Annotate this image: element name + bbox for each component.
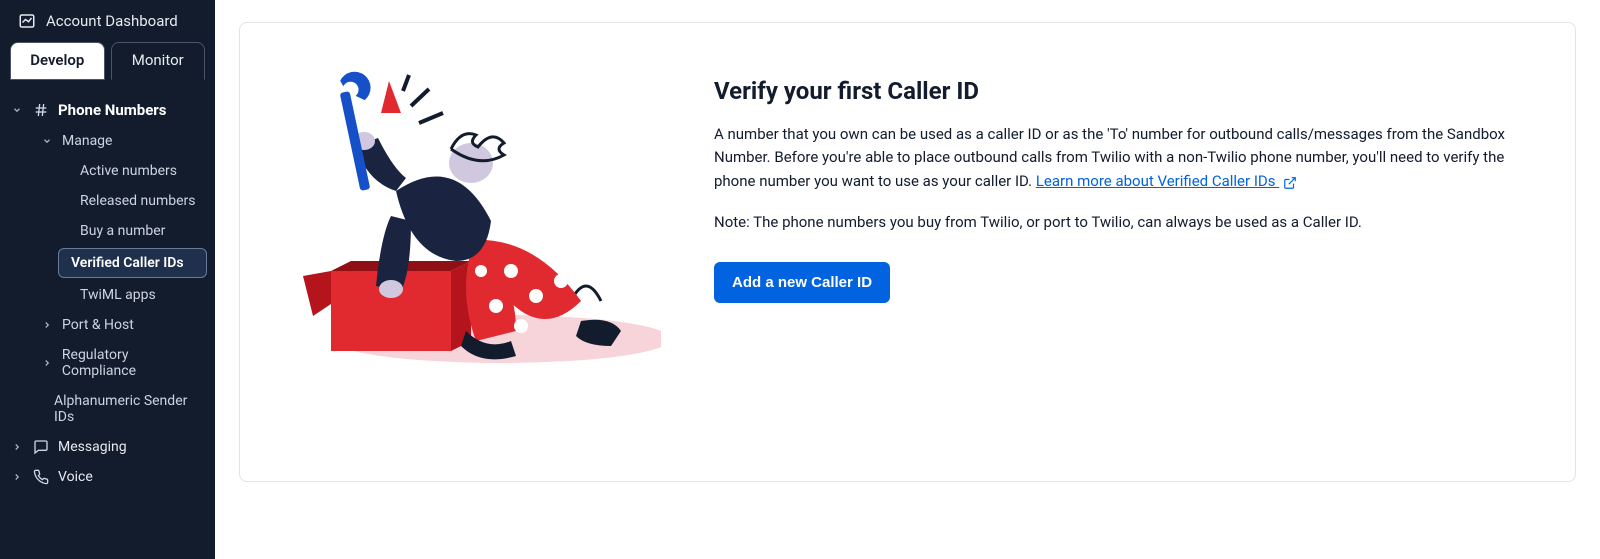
sidebar-item-port-host[interactable]: Port & Host — [0, 310, 215, 340]
sidebar-item-active-numbers[interactable]: Active numbers — [0, 156, 215, 186]
page-title: Verify your first Caller ID — [714, 77, 1519, 105]
learn-more-link[interactable]: Learn more about Verified Caller IDs — [1036, 172, 1297, 190]
hash-icon — [32, 102, 50, 118]
sidebar-buy-a-number-label: Buy a number — [80, 223, 165, 239]
sidebar-alphanumeric-sender-ids-label: Alphanumeric Sender IDs — [54, 393, 205, 425]
sidebar-released-numbers-label: Released numbers — [80, 193, 196, 209]
chevron-right-icon — [40, 358, 54, 368]
sidebar-messaging-label: Messaging — [58, 439, 127, 455]
sidebar-item-alphanumeric-sender-ids[interactable]: Alphanumeric Sender IDs — [0, 386, 215, 432]
chart-area-icon — [18, 12, 36, 30]
sidebar-item-verified-caller-ids[interactable]: Verified Caller IDs — [58, 248, 207, 278]
chevron-right-icon — [10, 442, 24, 452]
account-dashboard-link[interactable]: Account Dashboard — [0, 8, 215, 42]
external-link-icon — [1283, 176, 1297, 190]
sidebar-item-voice[interactable]: Voice — [0, 462, 215, 492]
sidebar-item-regulatory-compliance[interactable]: Regulatory Compliance — [0, 340, 215, 386]
learn-more-link-text: Learn more about Verified Caller IDs — [1036, 172, 1276, 190]
sidebar-verified-caller-ids-label: Verified Caller IDs — [71, 255, 184, 271]
sidebar-section-phone-numbers[interactable]: Phone Numbers — [0, 94, 215, 126]
chevron-right-icon — [40, 320, 54, 330]
sidebar-manage-label: Manage — [62, 133, 112, 149]
sidebar-regulatory-compliance-label: Regulatory Compliance — [62, 347, 205, 379]
sidebar-active-numbers-label: Active numbers — [80, 163, 177, 179]
phone-icon — [32, 469, 50, 485]
sidebar-item-released-numbers[interactable]: Released numbers — [0, 186, 215, 216]
sidebar-item-manage[interactable]: Manage — [0, 126, 215, 156]
chevron-right-icon — [10, 472, 24, 482]
add-new-caller-id-button-label: Add a new Caller ID — [732, 274, 872, 291]
tab-develop-label: Develop — [30, 51, 84, 69]
onboarding-content: Verify your first Caller ID A number tha… — [714, 71, 1519, 303]
sidebar-item-messaging[interactable]: Messaging — [0, 432, 215, 462]
add-new-caller-id-button[interactable]: Add a new Caller ID — [714, 262, 890, 303]
sidebar-voice-label: Voice — [58, 469, 93, 485]
description-paragraph-2: Note: The phone numbers you buy from Twi… — [714, 211, 1519, 234]
main-content: Verify your first Caller ID A number tha… — [215, 0, 1600, 559]
sidebar-item-buy-a-number[interactable]: Buy a number — [0, 216, 215, 246]
description-paragraph-1: A number that you own can be used as a c… — [714, 123, 1519, 193]
sidebar: Account Dashboard Develop Monitor Phone … — [0, 0, 215, 559]
sidebar-item-twiml-apps[interactable]: TwiML apps — [0, 280, 215, 310]
sidebar-tabs: Develop Monitor — [0, 42, 215, 80]
sidebar-port-host-label: Port & Host — [62, 317, 134, 333]
sidebar-twiml-apps-label: TwiML apps — [80, 287, 156, 303]
message-icon — [32, 439, 50, 455]
chevron-down-icon — [40, 136, 54, 146]
chevron-down-icon — [10, 105, 24, 115]
tab-develop[interactable]: Develop — [10, 42, 105, 80]
account-dashboard-label: Account Dashboard — [46, 12, 178, 30]
onboarding-card: Verify your first Caller ID A number tha… — [239, 22, 1576, 482]
tab-monitor[interactable]: Monitor — [111, 42, 206, 80]
tab-monitor-label: Monitor — [132, 51, 184, 69]
illustration-person-toolbox — [296, 71, 666, 371]
sidebar-phone-numbers-label: Phone Numbers — [58, 101, 167, 119]
